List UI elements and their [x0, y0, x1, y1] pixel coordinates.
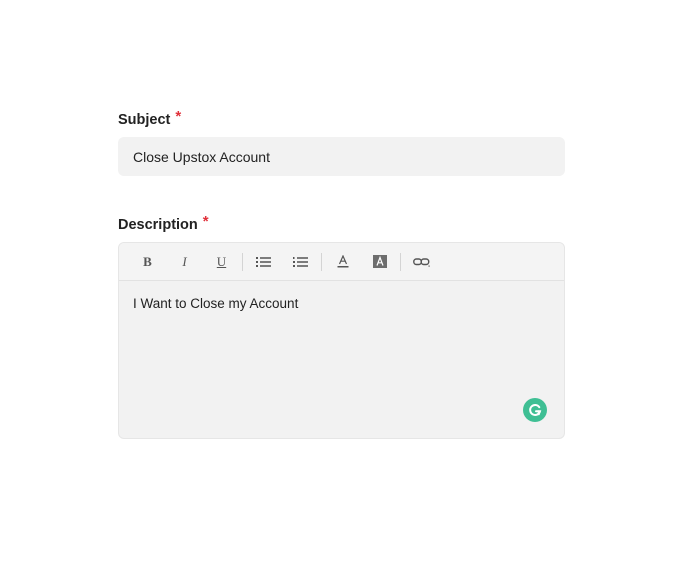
- toolbar-divider: [321, 252, 322, 271]
- subject-label: Subject *: [118, 108, 182, 128]
- toolbar-divider: [242, 252, 243, 271]
- bullet-list-icon: [256, 256, 271, 267]
- numbered-list-button[interactable]: [282, 249, 319, 275]
- description-editor: B I U I Want to Close my Account: [118, 242, 565, 439]
- toolbar-divider: [400, 252, 401, 271]
- description-textarea[interactable]: I Want to Close my Account: [119, 281, 564, 326]
- bold-icon: B: [143, 253, 152, 269]
- italic-icon: I: [182, 253, 187, 269]
- subject-label-text: Subject: [118, 112, 171, 128]
- description-label-text: Description: [118, 217, 198, 233]
- font-color-icon: [337, 255, 348, 268]
- underline-icon: U: [216, 253, 227, 269]
- italic-button[interactable]: I: [166, 249, 203, 275]
- subject-input[interactable]: Close Upstox Account: [118, 137, 565, 176]
- numbered-list-icon: [293, 256, 308, 267]
- grammarly-icon: [529, 404, 542, 416]
- description-value: I Want to Close my Account: [133, 296, 299, 311]
- subject-required-mark: *: [175, 108, 182, 125]
- link-button[interactable]: [403, 249, 440, 275]
- support-form: Subject * Close Upstox Account Descriptio…: [0, 0, 697, 564]
- editor-toolbar: B I U: [119, 243, 564, 281]
- underline-button[interactable]: U: [203, 249, 240, 275]
- grammarly-button[interactable]: [523, 398, 547, 422]
- subject-input-value: Close Upstox Account: [133, 148, 270, 165]
- description-label: Description *: [118, 213, 209, 233]
- description-required-mark: *: [202, 213, 209, 230]
- bold-button[interactable]: B: [129, 249, 166, 275]
- link-icon: [413, 257, 430, 267]
- background-color-button[interactable]: [361, 249, 398, 275]
- background-color-icon: [372, 255, 387, 268]
- font-color-button[interactable]: [324, 249, 361, 275]
- bullet-list-button[interactable]: [245, 249, 282, 275]
